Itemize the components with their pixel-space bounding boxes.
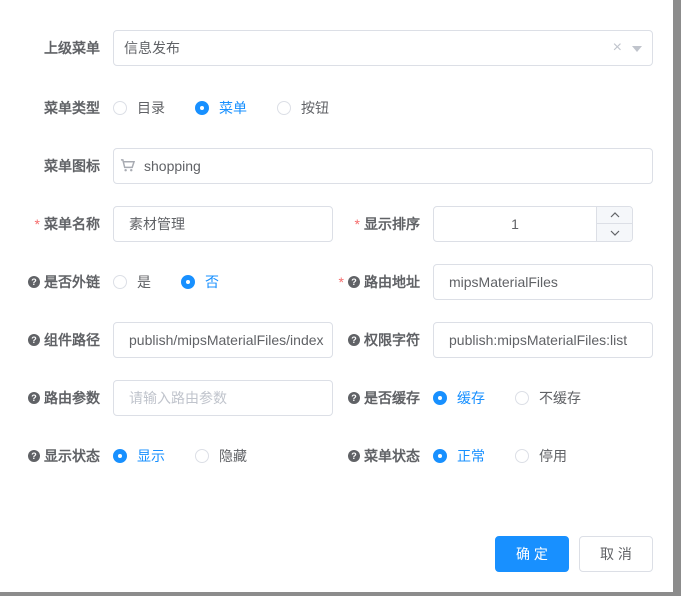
chevron-down-icon bbox=[610, 230, 619, 236]
menu-icon-value: shopping bbox=[144, 158, 201, 174]
parent-menu-label: 上级菜单 bbox=[44, 40, 100, 56]
increase-button[interactable] bbox=[596, 207, 632, 224]
radio-dot[interactable] bbox=[277, 101, 291, 115]
status-radio-normal[interactable]: 正常 bbox=[433, 438, 485, 474]
radio-dot[interactable] bbox=[433, 449, 447, 463]
is-external-label: ? 是否外链 bbox=[20, 264, 100, 300]
question-icon[interactable]: ? bbox=[348, 392, 360, 404]
is-cache-radio-no-cache[interactable]: 不缓存 bbox=[515, 380, 581, 416]
component-path-label: ? 组件路径 bbox=[20, 322, 100, 358]
chevron-up-icon bbox=[610, 212, 619, 218]
route-address-label: *? 路由地址 bbox=[338, 274, 420, 290]
shopping-cart-icon bbox=[120, 158, 136, 176]
route-params-input[interactable]: 请输入路由参数 bbox=[113, 380, 333, 416]
cancel-button[interactable]: 取 消 bbox=[579, 536, 653, 572]
route-params-label: ? 路由参数 bbox=[20, 380, 100, 416]
radio-dot[interactable] bbox=[113, 275, 127, 289]
clear-icon[interactable]: × bbox=[613, 39, 622, 57]
question-icon[interactable]: ? bbox=[28, 334, 40, 346]
question-icon[interactable]: ? bbox=[348, 276, 360, 288]
question-icon[interactable]: ? bbox=[28, 450, 40, 462]
is-cache-radio-cache[interactable]: 缓存 bbox=[433, 380, 485, 416]
route-address-input[interactable]: mipsMaterialFiles bbox=[433, 264, 653, 300]
question-icon[interactable]: ? bbox=[348, 334, 360, 346]
menu-type-radio-button[interactable]: 按钮 bbox=[277, 90, 329, 126]
menu-type-radio-menu[interactable]: 菜单 bbox=[195, 90, 247, 126]
display-order-label: * 显示排序 bbox=[354, 216, 420, 232]
radio-dot[interactable] bbox=[195, 449, 209, 463]
radio-dot[interactable] bbox=[195, 101, 209, 115]
radio-dot[interactable] bbox=[113, 101, 127, 115]
decrease-button[interactable] bbox=[596, 224, 632, 241]
menu-edit-dialog: 上级菜单 信息发布 × 菜单类型 目录 菜单 按钮 菜单图标 shopping … bbox=[0, 0, 673, 592]
component-path-input[interactable]: publish/mipsMaterialFiles/index bbox=[113, 322, 333, 358]
radio-dot[interactable] bbox=[433, 391, 447, 405]
radio-dot[interactable] bbox=[181, 275, 195, 289]
menu-type-radio-directory[interactable]: 目录 bbox=[113, 90, 165, 126]
display-order-stepper[interactable]: 1 bbox=[433, 206, 633, 242]
confirm-button[interactable]: 确 定 bbox=[495, 536, 569, 572]
menu-name-input[interactable]: 素材管理 bbox=[113, 206, 333, 242]
visible-radio-show[interactable]: 显示 bbox=[113, 438, 165, 474]
permission-input[interactable]: publish:mipsMaterialFiles:list bbox=[433, 322, 653, 358]
menu-name-label: * 菜单名称 bbox=[34, 216, 100, 232]
display-order-value[interactable]: 1 bbox=[434, 207, 596, 241]
is-cache-label: ? 是否缓存 bbox=[320, 380, 420, 416]
menu-icon-input[interactable]: shopping bbox=[113, 148, 653, 184]
menu-type-label: 菜单类型 bbox=[44, 100, 100, 116]
question-icon[interactable]: ? bbox=[28, 276, 40, 288]
is-external-radio-no[interactable]: 否 bbox=[181, 264, 219, 300]
visible-label: ? 显示状态 bbox=[20, 438, 100, 474]
is-external-radio-yes[interactable]: 是 bbox=[113, 264, 151, 300]
status-radio-disabled[interactable]: 停用 bbox=[515, 438, 567, 474]
radio-dot[interactable] bbox=[113, 449, 127, 463]
parent-menu-value: 信息发布 bbox=[124, 40, 180, 56]
question-icon[interactable]: ? bbox=[28, 392, 40, 404]
parent-menu-select[interactable]: 信息发布 × bbox=[113, 30, 653, 66]
radio-dot[interactable] bbox=[515, 391, 529, 405]
question-icon[interactable]: ? bbox=[348, 450, 360, 462]
menu-icon-label: 菜单图标 bbox=[44, 158, 100, 174]
visible-radio-hide[interactable]: 隐藏 bbox=[195, 438, 247, 474]
permission-label: ? 权限字符 bbox=[320, 322, 420, 358]
radio-dot[interactable] bbox=[515, 449, 529, 463]
status-label: ? 菜单状态 bbox=[320, 438, 420, 474]
chevron-down-icon[interactable] bbox=[632, 46, 642, 52]
